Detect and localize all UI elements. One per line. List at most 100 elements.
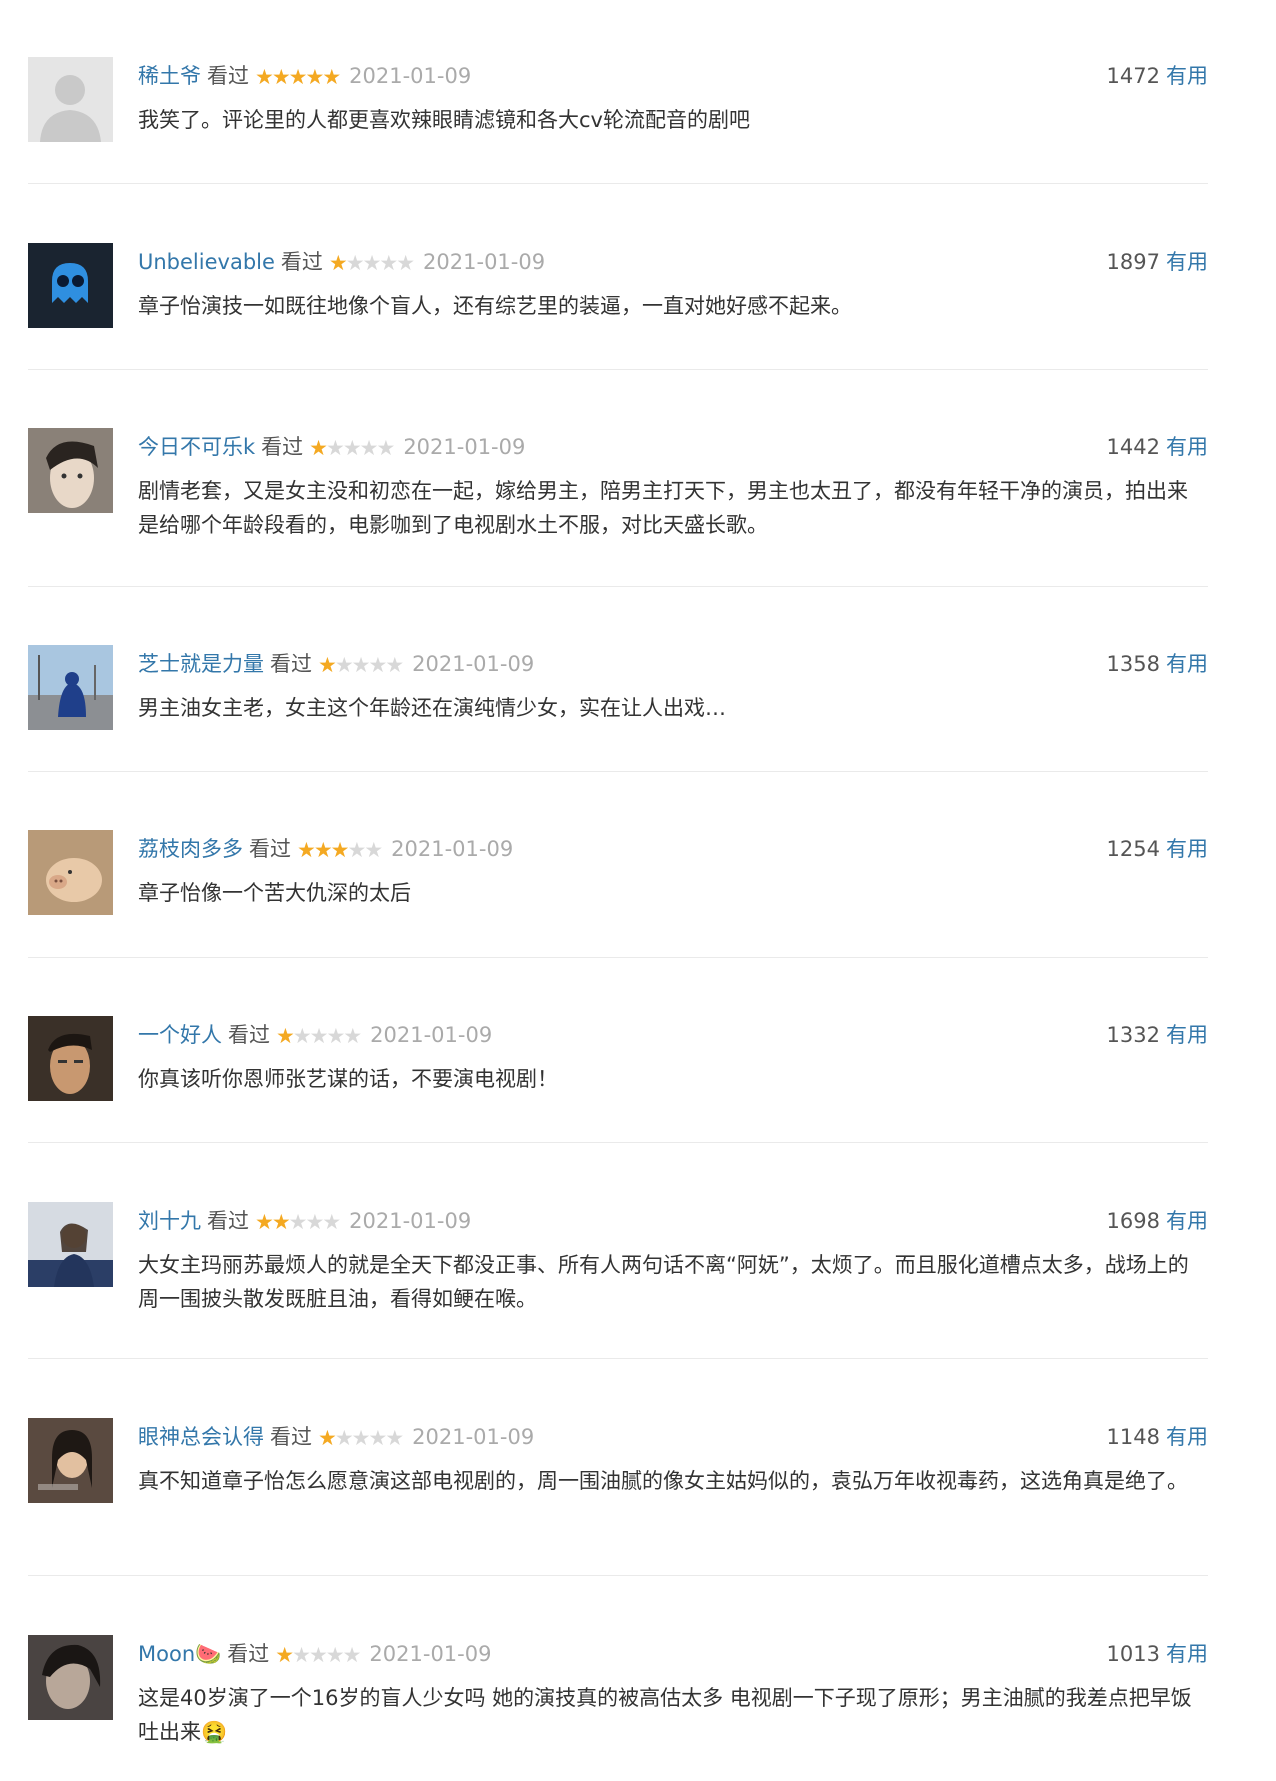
star-empty-icon: ★ [322, 1210, 341, 1234]
star-filled-icon: ★ [318, 653, 337, 677]
user-avatar[interactable] [28, 1202, 113, 1287]
review-text: 这是40岁演了一个16岁的盲人少女吗 她的演技真的被高估太多 电视剧一下子现了原… [138, 1686, 1192, 1744]
review-date: 2021-01-09 [349, 1209, 472, 1233]
review-date: 2021-01-09 [391, 837, 514, 861]
review-text: 真不知道章子怡怎么愿意演这部电视剧的，周一围油腻的像女主姑妈似的，袁弘万年收视毒… [138, 1469, 1188, 1493]
user-avatar[interactable] [28, 243, 113, 328]
star-empty-icon: ★ [396, 251, 415, 275]
review-divider [28, 957, 1208, 958]
useful-votes: 1254 有用 [1107, 834, 1208, 864]
rating-stars: ★★★★★ [275, 1640, 362, 1670]
useful-count: 1332 [1106, 1023, 1160, 1047]
user-avatar[interactable] [28, 1635, 113, 1720]
rating-stars: ★★★★★ [318, 1423, 404, 1453]
useful-button[interactable]: 有用 [1166, 435, 1208, 459]
star-empty-icon: ★ [385, 1426, 404, 1450]
useful-count: 1013 [1106, 1642, 1160, 1666]
star-filled-icon: ★ [297, 838, 316, 862]
watch-status: 看过 [207, 1209, 249, 1233]
star-empty-icon: ★ [364, 838, 383, 862]
useful-votes: 1013 有用 [1107, 1639, 1208, 1669]
star-filled-icon: ★ [318, 1426, 337, 1450]
star-empty-icon: ★ [292, 1024, 312, 1048]
user-avatar[interactable] [28, 1016, 113, 1101]
useful-button[interactable]: 有用 [1166, 837, 1208, 861]
review-meta: 稀土爷 看过 ★★★★★ 2021-01-09 [138, 61, 471, 91]
rating-stars: ★★★★★ [297, 835, 383, 865]
user-avatar[interactable] [28, 428, 113, 513]
review-meta: 芝士就是力量 看过 ★★★★★ 2021-01-09 [138, 649, 534, 679]
review-text: 男主油女主老，女主这个年龄还在演纯情少女，实在让人出戏… [138, 696, 726, 720]
star-empty-icon: ★ [379, 251, 398, 275]
user-avatar[interactable] [28, 645, 113, 730]
watch-status: 看过 [261, 435, 304, 459]
review-text: 章子怡像一个苦大仇深的太后 [138, 881, 411, 905]
star-filled-icon: ★ [276, 1024, 295, 1048]
review-meta: Unbelievable 看过 ★★★★★ 2021-01-09 [138, 247, 545, 277]
star-filled-icon: ★ [309, 436, 328, 460]
useful-count: 1358 [1106, 652, 1160, 676]
star-filled-icon: ★ [330, 838, 350, 862]
useful-count: 1442 [1106, 435, 1160, 459]
review-divider [28, 1142, 1208, 1143]
useful-button[interactable]: 有用 [1166, 652, 1208, 676]
review-divider [28, 586, 1208, 587]
star-empty-icon: ★ [368, 653, 387, 677]
review-meta: 荔枝肉多多 看过 ★★★★★ 2021-01-09 [138, 834, 513, 864]
star-empty-icon: ★ [334, 653, 354, 677]
star-filled-icon: ★ [271, 65, 291, 89]
useful-button[interactable]: 有用 [1166, 1023, 1208, 1047]
star-empty-icon: ★ [305, 1210, 324, 1234]
username-link[interactable]: 刘十九 [138, 1209, 201, 1233]
user-avatar[interactable] [28, 57, 113, 142]
review-meta: 一个好人 看过 ★★★★★ 2021-01-09 [138, 1020, 492, 1050]
star-filled-icon: ★ [328, 251, 348, 275]
star-empty-icon: ★ [342, 1643, 362, 1667]
star-empty-icon: ★ [351, 653, 371, 677]
username-link[interactable]: 一个好人 [138, 1023, 222, 1047]
useful-button[interactable]: 有用 [1166, 64, 1208, 88]
useful-count: 1472 [1106, 64, 1160, 88]
review-meta: 今日不可乐k 看过 ★★★★★ 2021-01-09 [138, 432, 525, 462]
review-text: 我笑了。评论里的人都更喜欢辣眼睛滤镜和各大cv轮流配音的剧吧 [138, 108, 750, 132]
rating-stars: ★★★★★ [255, 1207, 341, 1237]
watch-status: 看过 [270, 1425, 312, 1449]
useful-button[interactable]: 有用 [1166, 1642, 1208, 1666]
review-date: 2021-01-09 [423, 250, 546, 274]
username-link[interactable]: 稀土爷 [138, 64, 201, 88]
star-empty-icon: ★ [288, 1210, 308, 1234]
star-empty-icon: ★ [362, 251, 382, 275]
star-filled-icon: ★ [305, 65, 324, 89]
star-empty-icon: ★ [326, 1024, 345, 1048]
review-divider [28, 183, 1208, 184]
user-avatar[interactable] [28, 1418, 113, 1503]
star-filled-icon: ★ [313, 838, 333, 862]
star-empty-icon: ★ [325, 1643, 345, 1667]
star-empty-icon: ★ [368, 1426, 387, 1450]
star-empty-icon: ★ [292, 1643, 311, 1667]
username-link[interactable]: 眼神总会认得 [138, 1425, 264, 1449]
username-link[interactable]: 今日不可乐k [138, 435, 255, 459]
review-meta: 刘十九 看过 ★★★★★ 2021-01-09 [138, 1206, 471, 1236]
username-link[interactable]: 芝士就是力量 [138, 652, 264, 676]
review-date: 2021-01-09 [403, 435, 526, 459]
review-text: 你真该听你恩师张艺谋的话，不要演电视剧！ [138, 1067, 558, 1091]
star-filled-icon: ★ [288, 65, 308, 89]
useful-button[interactable]: 有用 [1166, 250, 1208, 274]
useful-count: 1148 [1106, 1425, 1160, 1449]
rating-stars: ★★★★★ [276, 1021, 362, 1051]
user-avatar[interactable] [28, 830, 113, 915]
username-link[interactable]: 荔枝肉多多 [138, 837, 243, 861]
useful-votes: 1358 有用 [1107, 649, 1208, 679]
useful-button[interactable]: 有用 [1166, 1209, 1208, 1233]
star-empty-icon: ★ [351, 1426, 371, 1450]
useful-votes: 1442 有用 [1107, 432, 1208, 462]
username-link[interactable]: Unbelievable [138, 250, 275, 274]
rating-stars: ★★★★★ [309, 433, 395, 463]
useful-count: 1698 [1106, 1209, 1160, 1233]
review-divider [28, 1358, 1208, 1359]
useful-button[interactable]: 有用 [1166, 1425, 1208, 1449]
username-link[interactable]: Moon🍉 [138, 1642, 221, 1666]
star-filled-icon: ★ [255, 1210, 274, 1234]
watch-status: 看过 [228, 1023, 270, 1047]
